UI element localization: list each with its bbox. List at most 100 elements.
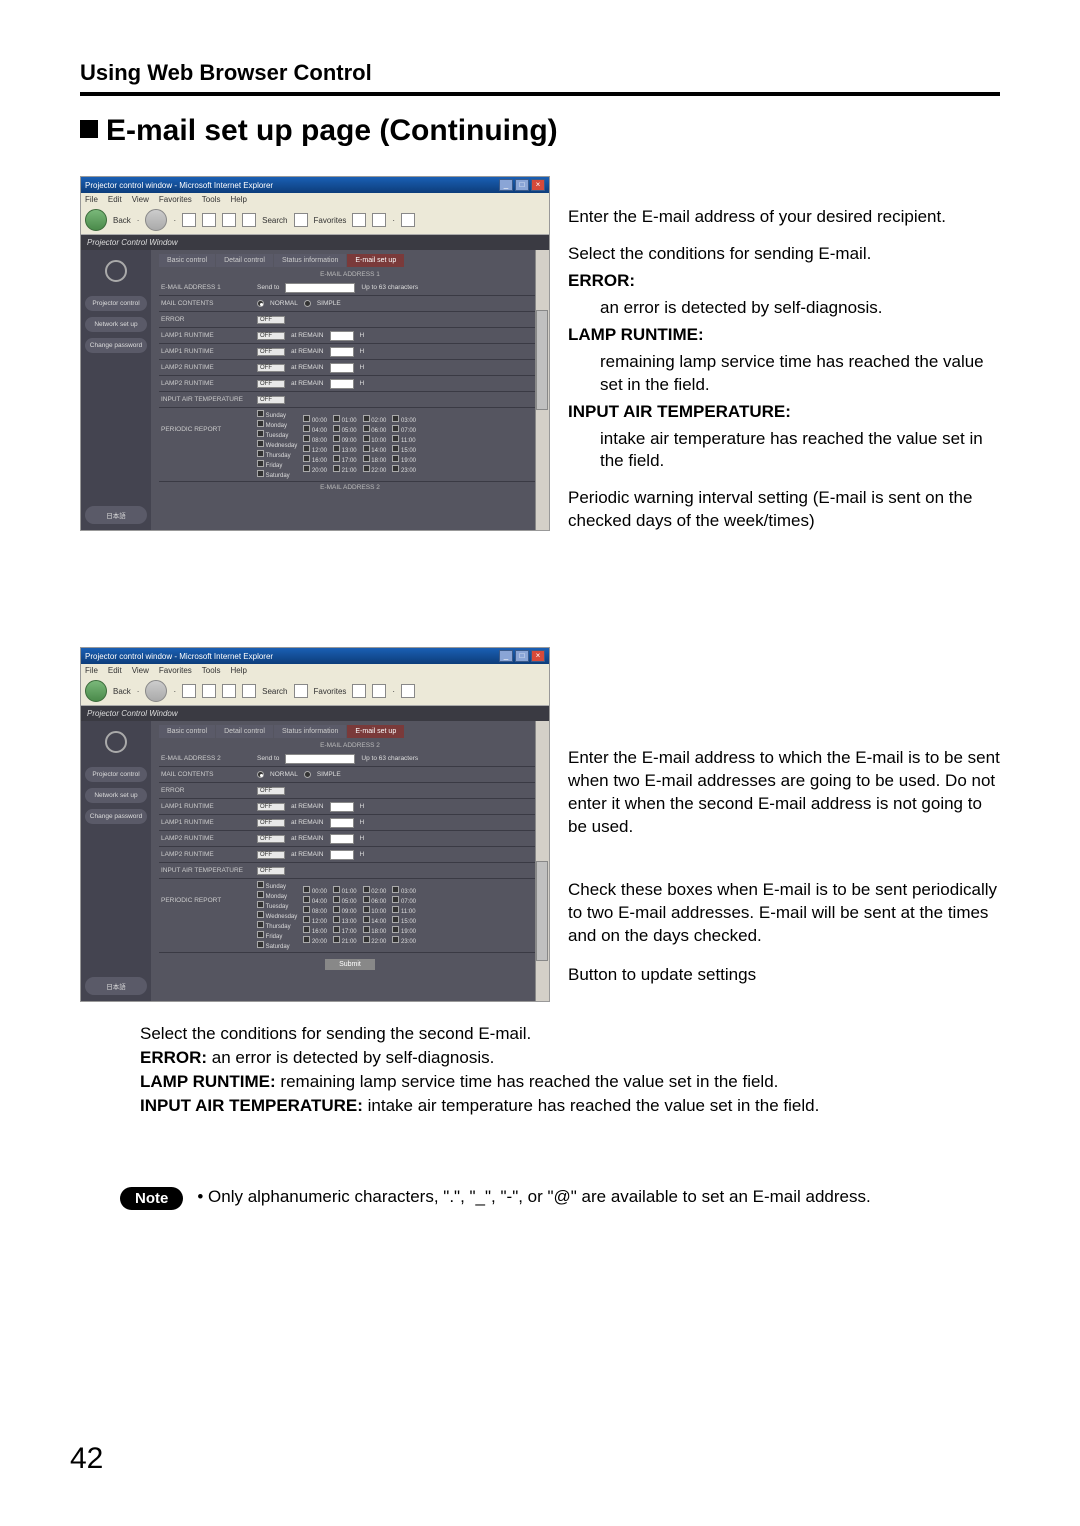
mail-icon[interactable]: [401, 213, 415, 227]
menu-help-2[interactable]: Help: [230, 666, 246, 675]
chk-time[interactable]: [333, 415, 340, 422]
chk-time[interactable]: [363, 435, 370, 442]
chk-time[interactable]: [303, 465, 310, 472]
lamp2a-select[interactable]: OFF: [257, 364, 285, 372]
radio-normal-2[interactable]: [257, 771, 264, 778]
chk-time[interactable]: [333, 465, 340, 472]
lamp2b-input[interactable]: [330, 379, 354, 389]
radio-simple[interactable]: [304, 300, 311, 307]
chk-day[interactable]: [257, 931, 264, 938]
tab-email-setup-2[interactable]: E-mail set up: [347, 725, 404, 738]
lamp2a-select-2[interactable]: OFF: [257, 835, 285, 843]
refresh-icon[interactable]: [202, 213, 216, 227]
chk-time[interactable]: [333, 886, 340, 893]
chk-day[interactable]: [257, 901, 264, 908]
close-button[interactable]: ×: [531, 179, 545, 191]
chk-day[interactable]: [257, 881, 264, 888]
chk-time[interactable]: [333, 906, 340, 913]
chk-time[interactable]: [392, 445, 399, 452]
tab-basic-control[interactable]: Basic control: [159, 254, 215, 267]
lamp2a-input[interactable]: [330, 363, 354, 373]
mail-icon-2[interactable]: [401, 684, 415, 698]
submit-button[interactable]: Submit: [325, 959, 375, 970]
lamp1a-select-2[interactable]: OFF: [257, 803, 285, 811]
history-icon[interactable]: [372, 213, 386, 227]
chk-tuesday[interactable]: [257, 430, 264, 437]
chk-time[interactable]: [333, 916, 340, 923]
chk-time[interactable]: [303, 445, 310, 452]
chk-time[interactable]: [303, 916, 310, 923]
chk-time[interactable]: [363, 425, 370, 432]
chk-thursday[interactable]: [257, 450, 264, 457]
minimize-button-2[interactable]: _: [499, 650, 513, 662]
chk-time[interactable]: [392, 916, 399, 923]
stop-icon[interactable]: [182, 213, 196, 227]
home-icon-2[interactable]: [222, 684, 236, 698]
chk-friday[interactable]: [257, 460, 264, 467]
chk-day[interactable]: [257, 911, 264, 918]
menu-file-2[interactable]: File: [85, 666, 98, 675]
chk-time[interactable]: [392, 896, 399, 903]
chk-time[interactable]: [303, 906, 310, 913]
radio-simple-2[interactable]: [304, 771, 311, 778]
chk-time[interactable]: [363, 906, 370, 913]
chk-time[interactable]: [303, 886, 310, 893]
search-icon-2[interactable]: [242, 684, 256, 698]
chk-time[interactable]: [363, 916, 370, 923]
chk-time[interactable]: [392, 926, 399, 933]
error-select-2[interactable]: OFF: [257, 787, 285, 795]
chk-time[interactable]: [333, 445, 340, 452]
scrollbar[interactable]: [535, 250, 549, 530]
forward-button[interactable]: [145, 209, 167, 231]
lamp1b-input[interactable]: [330, 347, 354, 357]
back-button-2[interactable]: [85, 680, 107, 702]
favorites-icon[interactable]: [294, 213, 308, 227]
menu-edit-2[interactable]: Edit: [108, 666, 122, 675]
lamp2a-input-2[interactable]: [330, 834, 354, 844]
chk-wednesday[interactable]: [257, 440, 264, 447]
lamp1b-input-2[interactable]: [330, 818, 354, 828]
chk-time[interactable]: [363, 896, 370, 903]
chk-time[interactable]: [363, 936, 370, 943]
home-icon[interactable]: [222, 213, 236, 227]
chk-time[interactable]: [303, 425, 310, 432]
menu-edit[interactable]: Edit: [108, 195, 122, 204]
lamp1a-select[interactable]: OFF: [257, 332, 285, 340]
chk-saturday[interactable]: [257, 470, 264, 477]
chk-time[interactable]: [363, 455, 370, 462]
lamp2b-select[interactable]: OFF: [257, 380, 285, 388]
chk-time[interactable]: [303, 896, 310, 903]
lamp2b-select-2[interactable]: OFF: [257, 851, 285, 859]
sidebar-projector-control-2[interactable]: Projector control: [85, 767, 147, 782]
stop-icon-2[interactable]: [182, 684, 196, 698]
lamp1a-input-2[interactable]: [330, 802, 354, 812]
email-input-2[interactable]: [285, 754, 355, 764]
sidebar-change-password[interactable]: Change password: [85, 338, 147, 353]
favorites-icon-2[interactable]: [294, 684, 308, 698]
forward-button-2[interactable]: [145, 680, 167, 702]
chk-time[interactable]: [303, 435, 310, 442]
chk-time[interactable]: [303, 415, 310, 422]
chk-day[interactable]: [257, 921, 264, 928]
sidebar-japanese[interactable]: 日本語: [85, 506, 147, 524]
menu-help[interactable]: Help: [230, 195, 246, 204]
history-icon-2[interactable]: [372, 684, 386, 698]
chk-time[interactable]: [392, 465, 399, 472]
refresh-icon-2[interactable]: [202, 684, 216, 698]
chk-time[interactable]: [363, 415, 370, 422]
sidebar-network-setup-2[interactable]: Network set up: [85, 788, 147, 803]
tab-status-info[interactable]: Status information: [274, 254, 346, 267]
media-icon-2[interactable]: [352, 684, 366, 698]
maximize-button-2[interactable]: □: [515, 650, 529, 662]
chk-time[interactable]: [333, 435, 340, 442]
chk-time[interactable]: [392, 425, 399, 432]
error-select[interactable]: OFF: [257, 316, 285, 324]
chk-time[interactable]: [392, 906, 399, 913]
tab-basic-control-2[interactable]: Basic control: [159, 725, 215, 738]
lamp1a-input[interactable]: [330, 331, 354, 341]
chk-time[interactable]: [333, 896, 340, 903]
chk-time[interactable]: [363, 465, 370, 472]
air-temp-select[interactable]: OFF: [257, 396, 285, 404]
chk-sunday[interactable]: [257, 410, 264, 417]
air-temp-select-2[interactable]: OFF: [257, 867, 285, 875]
